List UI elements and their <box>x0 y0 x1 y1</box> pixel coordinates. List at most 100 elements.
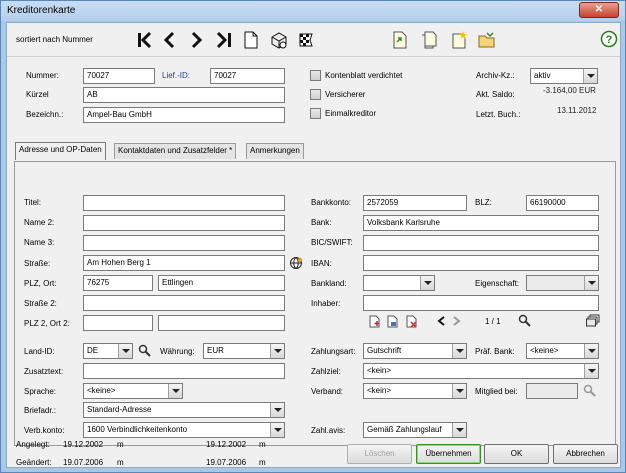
praef-bank-select[interactable]: <keine> <box>526 343 599 359</box>
search-icon[interactable] <box>583 384 596 397</box>
chevron-down-icon[interactable] <box>270 344 284 358</box>
chevron-down-icon[interactable] <box>168 384 182 398</box>
chevron-down-icon[interactable] <box>270 423 284 437</box>
bankland-select[interactable] <box>363 275 435 291</box>
plz-ort-label: PLZ, Ort: <box>24 279 57 288</box>
zahlziel-select[interactable]: <kein> <box>363 363 599 379</box>
delete-button[interactable]: Löschen <box>347 444 412 464</box>
tab-kontaktdaten[interactable]: Kontaktdaten und Zusatzfelder * <box>114 143 237 159</box>
zahlavis-select[interactable]: Gemäß Zahlungslauf <box>363 422 467 438</box>
iban-input[interactable] <box>363 255 599 271</box>
blz-input[interactable]: 66190000 <box>526 195 599 211</box>
chevron-down-icon[interactable] <box>452 384 466 398</box>
name2-input[interactable] <box>83 215 285 231</box>
bank-label: Bank: <box>311 218 332 227</box>
ort2-input[interactable] <box>158 315 285 331</box>
waehrung-select[interactable]: EUR <box>203 343 285 359</box>
buchung-label: Letzt. Buch.: <box>476 110 521 119</box>
chevron-down-icon[interactable] <box>452 344 466 358</box>
plz-input[interactable]: 76275 <box>83 275 153 291</box>
inhaber-label: Inhaber: <box>311 299 341 308</box>
verband-select[interactable]: <kein> <box>363 383 467 399</box>
verbkonto-select[interactable]: 1600 Verbindlichkeitenkonto <box>83 422 285 438</box>
checkered-flag-icon[interactable] <box>297 31 315 49</box>
strasse-input[interactable]: Am Hohen Berg 1 <box>83 255 285 271</box>
bankkonto-input[interactable]: 2572059 <box>363 195 467 211</box>
apply-button[interactable]: Übernehmen <box>416 444 481 464</box>
geaendert-user-2: m <box>259 458 266 467</box>
saldo-value: -3.164,00 EUR <box>543 86 596 95</box>
previous-bank-icon[interactable] <box>436 315 446 327</box>
search-icon[interactable] <box>138 344 151 357</box>
previous-record-icon[interactable] <box>162 31 178 49</box>
name3-input[interactable] <box>83 235 285 251</box>
zusatztext-input[interactable] <box>83 363 285 379</box>
chevron-down-icon[interactable] <box>583 69 597 83</box>
waehrung-label: Währung: <box>160 347 195 356</box>
folder-open-icon[interactable] <box>478 31 496 49</box>
saldo-label: Akt. Saldo: <box>476 90 515 99</box>
close-button[interactable]: ✕ <box>579 2 619 18</box>
delete-record-icon[interactable] <box>406 315 418 328</box>
lief-id-label[interactable]: Lief.-ID: <box>162 71 190 81</box>
help-icon[interactable]: ? <box>600 30 618 48</box>
globe-icon[interactable] <box>289 256 303 270</box>
cancel-button[interactable]: Abbrechen <box>553 444 618 464</box>
titel-input[interactable] <box>83 195 285 211</box>
chevron-down-icon[interactable] <box>584 276 598 290</box>
bank-input[interactable]: Volksbank Karlsruhe <box>363 215 599 231</box>
chevron-down-icon[interactable] <box>452 423 466 437</box>
package-icon[interactable] <box>270 31 288 49</box>
chevron-down-icon[interactable] <box>270 403 284 417</box>
archiv-select[interactable]: aktiv <box>530 68 598 84</box>
verband-value: <kein> <box>367 386 392 395</box>
zahlungsart-select[interactable]: Gutschrift <box>363 343 467 359</box>
land-id-value: DE <box>87 346 99 355</box>
new-document-icon[interactable] <box>243 31 259 49</box>
next-record-icon[interactable] <box>189 31 205 49</box>
bic-label: BIC/SWIFT: <box>311 238 353 247</box>
last-record-icon[interactable] <box>215 31 233 49</box>
document-export-icon[interactable] <box>391 31 409 49</box>
angelegt-user-1: m <box>117 440 124 449</box>
plz2-input[interactable] <box>83 315 153 331</box>
chevron-down-icon[interactable] <box>584 364 598 378</box>
document-copy-icon[interactable] <box>420 31 438 49</box>
einmalkreditor-checkbox[interactable] <box>310 108 321 119</box>
next-bank-icon[interactable] <box>452 315 462 327</box>
kuerzel-input[interactable]: AB <box>83 87 285 103</box>
strasse2-label: Straße 2: <box>24 299 57 308</box>
ok-button[interactable]: OK <box>484 444 549 464</box>
inhaber-input[interactable] <box>363 295 599 311</box>
tab-anmerkungen[interactable]: Anmerkungen <box>246 143 304 159</box>
window-title: Kreditorenkarte <box>7 5 76 16</box>
document-new-icon[interactable] <box>450 31 468 49</box>
add-record-icon[interactable] <box>369 315 381 328</box>
first-record-icon[interactable] <box>136 31 154 49</box>
versicherer-checkbox[interactable] <box>310 89 321 100</box>
nummer-input[interactable]: 70027 <box>83 68 155 84</box>
lief-id-input[interactable]: 70027 <box>210 68 285 84</box>
titel-label: Titel: <box>24 198 42 207</box>
tab-adresse[interactable]: Adresse und OP-Daten <box>15 142 106 160</box>
sprache-select[interactable]: <keine> <box>83 383 183 399</box>
mitglied-input[interactable] <box>526 383 578 399</box>
bic-input[interactable] <box>363 235 599 251</box>
bezeichn-input[interactable]: Ampel-Bau GmbH <box>83 107 285 123</box>
chevron-down-icon[interactable] <box>584 344 598 358</box>
search-icon[interactable] <box>518 314 531 327</box>
eigenschaft-select[interactable] <box>526 275 599 291</box>
kontenblatt-checkbox[interactable] <box>310 70 321 81</box>
blz-label: BLZ: <box>475 198 492 207</box>
chevron-down-icon[interactable] <box>420 276 434 290</box>
bezeichn-label: Bezeichn.: <box>26 110 64 119</box>
bank-list-icon[interactable] <box>586 314 600 327</box>
zahlavis-value: Gemäß Zahlungslauf <box>367 425 442 434</box>
ort-input[interactable]: Ettlingen <box>158 275 285 291</box>
strasse2-input[interactable] <box>83 295 285 311</box>
land-id-select[interactable]: DE <box>83 343 133 359</box>
chevron-down-icon[interactable] <box>118 344 132 358</box>
mitglied-label: Mitglied bei: <box>475 387 518 396</box>
briefadr-select[interactable]: Standard-Adresse <box>83 402 285 418</box>
save-record-icon[interactable] <box>387 315 399 328</box>
